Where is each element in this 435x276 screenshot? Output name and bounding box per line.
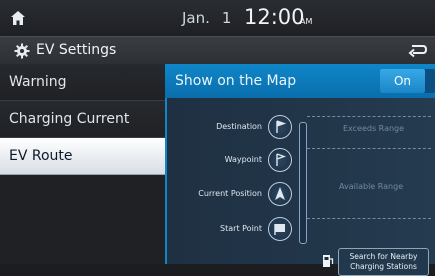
page-title: EV Settings — [36, 42, 117, 58]
back-button[interactable] — [404, 40, 430, 62]
exceeds-range-label: Exceeds Range — [343, 124, 405, 133]
back-icon — [412, 45, 428, 54]
status-bar: Jan. 1 12:00 AM — [0, 0, 435, 36]
sidebar-item-charging-current[interactable]: Charging Current — [0, 101, 165, 138]
current-position-label: Current Position — [198, 189, 262, 198]
waypoint-flag-icon — [268, 148, 292, 172]
show-on-map-toggle[interactable]: On — [380, 69, 435, 93]
destination-label: Destination — [216, 122, 262, 131]
waypoint-label: Waypoint — [224, 155, 262, 164]
charging-station-icon — [323, 255, 334, 267]
range-divider — [307, 218, 431, 219]
destination-flag-icon — [268, 115, 292, 139]
show-on-map-row: Show on the Map On — [165, 64, 435, 98]
search-nearby-charging-button[interactable]: Search for Nearby Charging Stations — [338, 248, 429, 276]
settings-header: EV Settings — [0, 36, 435, 66]
sidebar: Warning Charging Current EV Route — [0, 64, 165, 264]
route-diagram: Exceeds Range Available Range Destinatio… — [165, 98, 435, 276]
sidebar-item-warning[interactable]: Warning — [0, 64, 165, 101]
home-icon[interactable] — [10, 10, 26, 26]
show-on-map-label: Show on the Map — [175, 73, 297, 89]
gear-icon — [14, 43, 30, 59]
current-position-icon — [268, 182, 292, 206]
clock-time: 12:00 — [244, 5, 305, 29]
date-day: 1 — [221, 9, 232, 27]
date-month: Jan. — [182, 9, 210, 27]
range-divider — [307, 116, 431, 117]
date: Jan. 1 — [182, 9, 231, 27]
toggle-on-label: On — [380, 69, 425, 93]
clock-ampm: AM — [300, 17, 313, 26]
ev-route-panel: Show on the Map On Exceeds Range Availab… — [165, 64, 435, 276]
start-point-label: Start Point — [220, 224, 262, 233]
sidebar-item-ev-route[interactable]: EV Route — [0, 138, 165, 175]
range-bar — [299, 122, 307, 244]
start-point-flag-icon — [268, 217, 292, 241]
search-button-line1: Search for Nearby — [349, 252, 418, 261]
range-divider — [307, 148, 431, 149]
available-range-label: Available Range — [339, 182, 404, 191]
